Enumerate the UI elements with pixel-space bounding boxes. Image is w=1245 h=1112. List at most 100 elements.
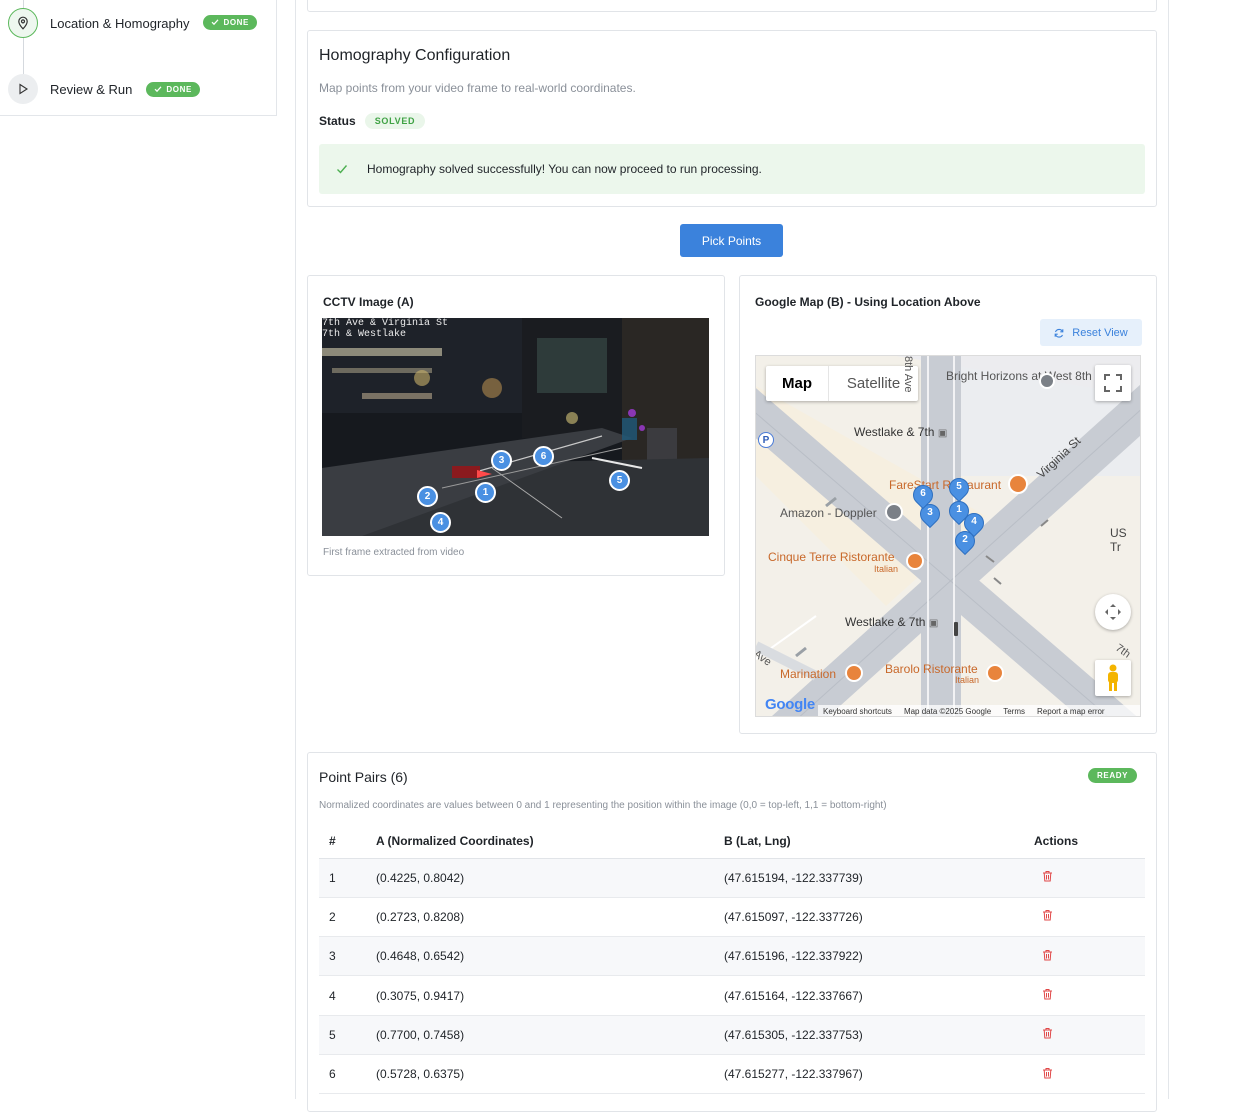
- pegman-icon: [1108, 664, 1118, 691]
- map-title: Google Map (B) - Using Location Above: [755, 295, 981, 309]
- google-map[interactable]: Map Satellite Bright Horizons at West 8t…: [755, 355, 1141, 717]
- point-pairs-title: Point Pairs (6): [319, 769, 408, 785]
- cctv-title: CCTV Image (A): [323, 295, 414, 309]
- row-index: 5: [319, 1015, 376, 1055]
- pick-points-button[interactable]: Pick Points: [680, 224, 783, 257]
- trash-icon: [1043, 989, 1052, 1000]
- step-location-homography[interactable]: Location & Homography DONE: [8, 8, 257, 38]
- map-attribution-bar: Keyboard shortcuts Map data ©2025 Google…: [818, 705, 1140, 716]
- restaurant-marker-icon[interactable]: [845, 664, 863, 682]
- map-pin-4[interactable]: 4: [959, 508, 989, 539]
- fullscreen-button[interactable]: [1095, 365, 1131, 401]
- cctv-overlay-text: 7th & Westlake: [322, 329, 407, 340]
- row-index: 2: [319, 897, 376, 938]
- row-index: 4: [319, 975, 376, 1016]
- point-pairs-card: Point Pairs (6) READY Normalized coordin…: [307, 752, 1157, 1112]
- delete-button[interactable]: [1034, 1054, 1145, 1095]
- table-row: 6 (0.5728, 0.6375) (47.615277, -122.3379…: [319, 1054, 1145, 1095]
- step-label: Review & Run: [50, 81, 133, 97]
- cctv-point-2[interactable]: 2: [417, 486, 438, 507]
- column-header: B (Lat, Lng): [724, 824, 1034, 859]
- step-review-run[interactable]: Review & Run DONE: [8, 74, 200, 104]
- parking-icon[interactable]: P: [758, 432, 774, 448]
- trash-icon: [1043, 1028, 1052, 1039]
- place-marker-icon[interactable]: [1039, 373, 1055, 389]
- reset-view-button[interactable]: Reset View: [1040, 319, 1142, 346]
- check-icon: [337, 165, 348, 174]
- trash-icon: [1043, 949, 1052, 961]
- place-label: Marination: [780, 667, 837, 681]
- success-alert: Homography solved successfully! You can …: [319, 144, 1145, 194]
- trash-icon: [1043, 1067, 1052, 1079]
- coordinates-note: Normalized coordinates are values betwee…: [319, 800, 887, 811]
- place-label: Cinque Terre Ristorante Italian: [768, 550, 899, 574]
- map-pin-5[interactable]: 5: [944, 473, 974, 504]
- lat-lng: (47.615305, -122.337753): [724, 1015, 1034, 1055]
- step-label: Location & Homography: [50, 15, 190, 31]
- section-description: Map points from your video frame to real…: [319, 81, 636, 95]
- cctv-point-6[interactable]: 6: [533, 446, 554, 467]
- fullscreen-icon: [1104, 374, 1122, 392]
- normalized-coords: (0.4648, 0.6542): [376, 936, 724, 977]
- row-index: 1: [319, 858, 376, 898]
- move-arrows-icon: [1105, 604, 1121, 620]
- map-data-text: Map data ©2025 Google: [903, 707, 992, 716]
- camera-control-button[interactable]: [1095, 594, 1131, 630]
- column-header: Actions: [1034, 824, 1145, 859]
- cctv-point-5[interactable]: 5: [609, 470, 630, 491]
- restaurant-marker-icon[interactable]: [1008, 474, 1028, 494]
- status-badge: SOLVED: [364, 113, 426, 129]
- delete-button[interactable]: [1034, 1015, 1145, 1055]
- main-divider: [295, 0, 296, 1099]
- delete-button[interactable]: [1034, 975, 1145, 1016]
- normalized-coords: (0.3075, 0.9417): [376, 975, 724, 1016]
- normalized-coords: (0.2723, 0.8208): [376, 897, 724, 938]
- trash-icon: [1043, 871, 1052, 882]
- traffic-light-icon: [954, 622, 958, 636]
- main-divider: [1168, 0, 1169, 1099]
- cctv-frame-image[interactable]: 7th Ave & Virginia St 7th & Westlake 1 2…: [322, 318, 709, 536]
- previous-card: [307, 0, 1157, 12]
- normalized-coords: (0.5728, 0.6375): [376, 1054, 724, 1095]
- place-marker-icon[interactable]: [885, 503, 903, 521]
- transit-icon: ▣: [937, 428, 948, 439]
- street-view-button[interactable]: [1095, 660, 1131, 696]
- report-error-link[interactable]: Report a map error: [1037, 707, 1105, 716]
- refresh-icon: [1054, 328, 1064, 338]
- step-connector: [23, 38, 24, 74]
- delete-button[interactable]: [1034, 897, 1145, 938]
- transit-label: Westlake & 7th ▣: [854, 425, 948, 439]
- ready-badge: READY: [1088, 768, 1138, 783]
- lat-lng: (47.615194, -122.337739): [724, 858, 1034, 898]
- cctv-point-4[interactable]: 4: [430, 512, 451, 533]
- location-pin-icon: [8, 8, 38, 38]
- restaurant-marker-icon[interactable]: [906, 552, 924, 570]
- column-header: A (Normalized Coordinates): [376, 824, 724, 859]
- success-message: Homography solved successfully! You can …: [367, 162, 762, 176]
- delete-button[interactable]: [1034, 936, 1145, 977]
- step-connector: [23, 0, 24, 8]
- place-label: Barolo Ristorante Italian: [885, 662, 980, 685]
- terms-link[interactable]: Terms: [1003, 707, 1025, 716]
- transit-label: Westlake & 7th ▣: [845, 615, 939, 629]
- map-pin-6[interactable]: 6: [908, 480, 938, 511]
- map-tab[interactable]: Map: [766, 366, 828, 401]
- lat-lng: (47.615097, -122.337726): [724, 897, 1034, 938]
- lat-lng: (47.615196, -122.337922): [724, 936, 1034, 977]
- check-icon: [212, 19, 219, 26]
- normalized-coords: (0.4225, 0.8042): [376, 858, 724, 898]
- cctv-point-3[interactable]: 3: [491, 450, 512, 471]
- check-icon: [154, 86, 162, 93]
- keyboard-shortcuts-link[interactable]: Keyboard shortcuts: [823, 707, 892, 716]
- restaurant-marker-icon[interactable]: [986, 664, 1004, 682]
- trash-icon: [1043, 910, 1052, 921]
- transit-icon: ▣: [928, 618, 939, 629]
- table-row: 5 (0.7700, 0.7458) (47.615305, -122.3377…: [319, 1015, 1145, 1055]
- cctv-caption: First frame extracted from video: [323, 547, 465, 558]
- status-label: Status: [319, 114, 356, 128]
- delete-button[interactable]: [1034, 858, 1145, 898]
- cctv-point-1[interactable]: 1: [475, 482, 496, 503]
- stepper-sidebar: Location & Homography DONE Review & Run …: [0, 0, 277, 116]
- column-header: #: [319, 824, 376, 859]
- normalized-coords: (0.7700, 0.7458): [376, 1015, 724, 1055]
